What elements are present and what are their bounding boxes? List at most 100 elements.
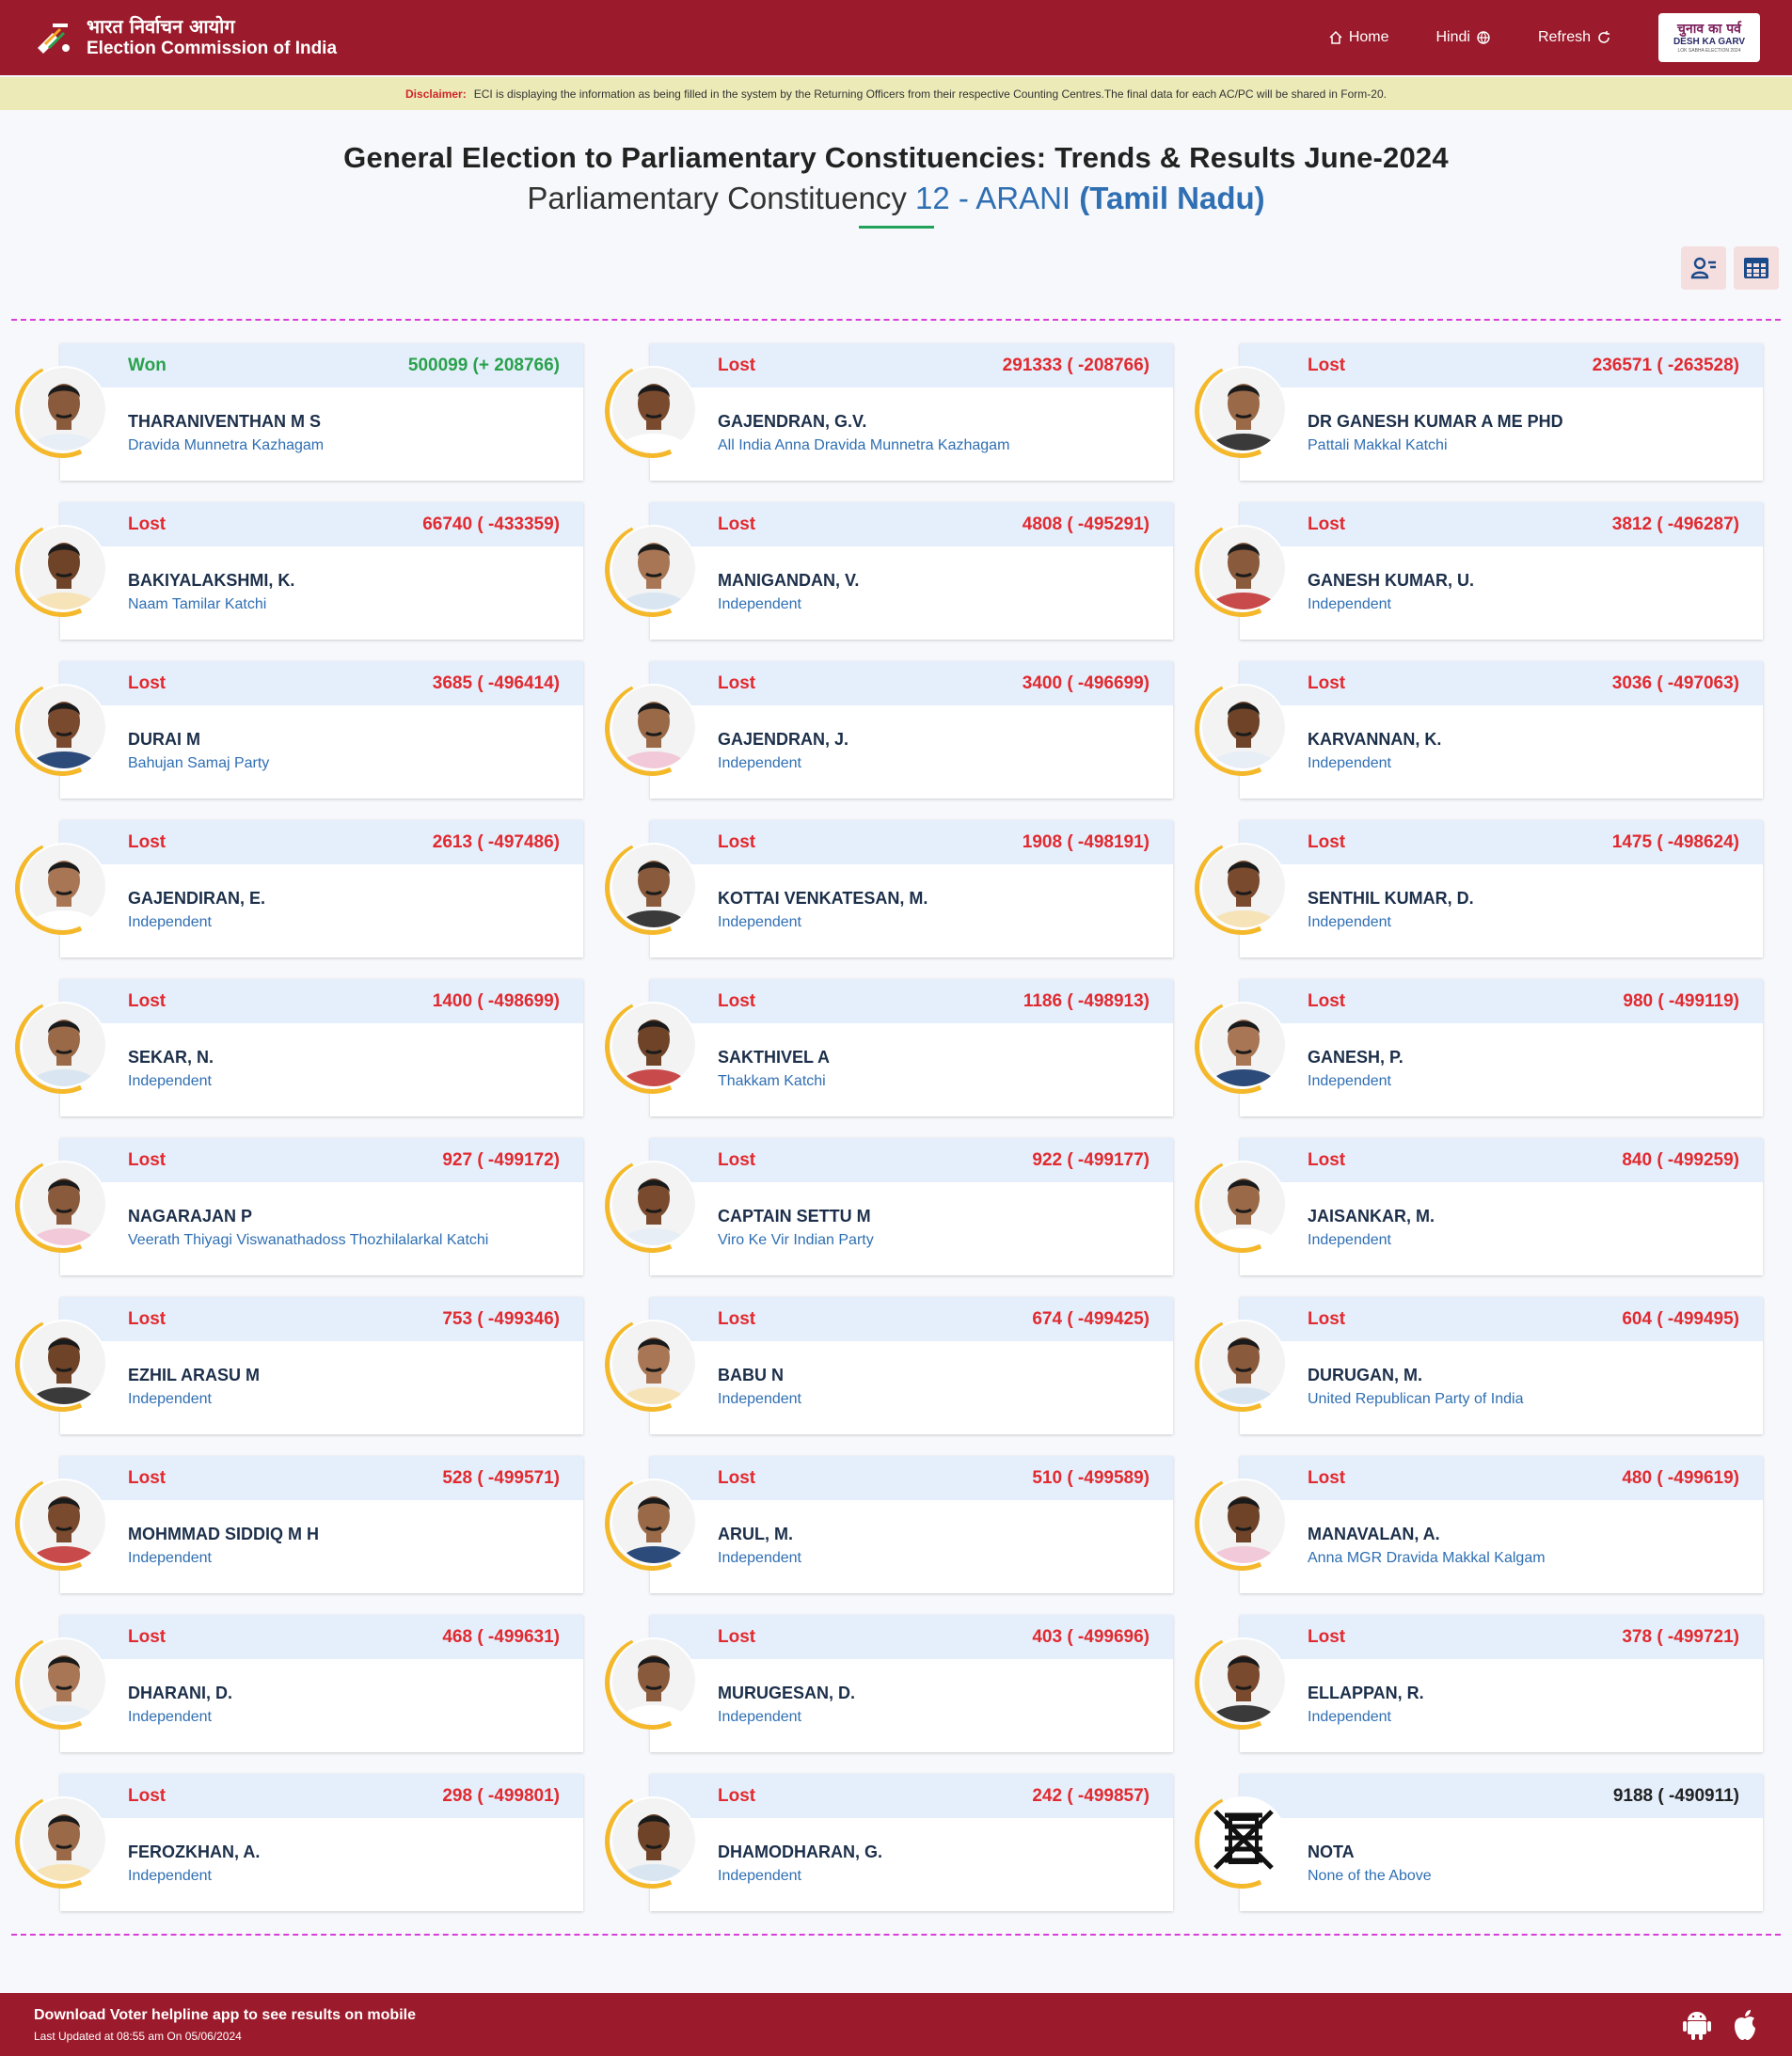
candidate-card[interactable]: Lost 528 ( -499571) MOHMMAD SIDDIQ M H Inde… [1,1456,591,1593]
candidate-card[interactable]: Lost 980 ( -499119) GANESH, P. Independent [1181,979,1770,1116]
candidate-card[interactable]: Lost 291333 ( -208766) GAJENDRAN, G.V. All … [591,343,1181,481]
candidate-card[interactable]: Lost 510 ( -499589) ARUL, M. Independent [591,1456,1181,1593]
vote-count: 2613 ( -497486) [432,831,560,852]
candidate-card[interactable]: Lost 674 ( -499425) BABU N Independent [591,1297,1181,1434]
vote-count: 9188 ( -490911) [1612,1785,1739,1806]
candidate-card[interactable]: Lost 242 ( -499857) DHAMODHARAN, G. Indepen… [591,1774,1181,1911]
candidate-card[interactable]: Lost 3036 ( -497063) KARVANNAN, K. Independ… [1181,661,1770,799]
candidate-card[interactable]: Lost 3400 ( -496699) GAJENDRAN, J. Independ… [591,661,1181,799]
result-status: Lost [718,1149,756,1170]
party-name: Independent [128,1073,212,1089]
result-status: Won [128,355,167,375]
candidate-card[interactable]: Lost 922 ( -499177) CAPTAIN SETTU M Viro Ke… [591,1138,1181,1275]
vote-count: 922 ( -499177) [1032,1149,1150,1170]
result-status: Lost [718,1785,756,1806]
candidate-card[interactable]: Lost 604 ( -499495) DURUGAN, M. United Repu… [1181,1297,1770,1434]
candidate-name: DHAMODHARAN, G. [718,1842,882,1861]
candidate-photo [23,1321,105,1404]
candidate-card-header: Lost 604 ( -499495) [1240,1297,1763,1341]
candidate-card-header: Lost 510 ( -499589) [650,1456,1173,1500]
candidate-card[interactable]: Lost 66740 ( -433359) BAKIYALAKSHMI, K. Naa… [1,502,591,640]
candidate-name: ELLAPPAN, R. [1308,1684,1424,1702]
candidate-photo [612,1798,695,1881]
candidate-card[interactable]: Lost 3812 ( -496287) GANESH KUMAR, U. Indep… [1181,502,1770,640]
candidate-name: KOTTAI VENKATESAN, M. [718,889,928,908]
eci-brand[interactable]: भारत निर्वाचन आयोग Election Commission o… [32,15,337,60]
candidate-name: GAJENDIRAN, E. [128,889,266,908]
android-icon[interactable] [1683,2009,1711,2041]
vote-count: 4808 ( -495291) [1022,514,1150,534]
candidate-card-header: Lost 378 ( -499721) [1240,1615,1763,1659]
nav-hindi[interactable]: Hindi [1436,29,1491,46]
apple-icon[interactable] [1732,2009,1758,2041]
candidate-card-header: Lost 980 ( -499119) [1240,979,1763,1023]
constituency-state: (Tamil Nadu) [1079,181,1265,215]
candidate-card-header: Lost 242 ( -499857) [650,1774,1173,1818]
candidate-card-header: Lost 480 ( -499619) [1240,1456,1763,1500]
candidate-photo [612,1162,695,1245]
candidate-card[interactable]: Lost 840 ( -499259) JAISANKAR, M. Independe… [1181,1138,1770,1275]
candidate-card[interactable]: Lost 236571 ( -263528) DR GANESH KUMAR A M… [1181,343,1770,481]
candidate-card[interactable]: Lost 4808 ( -495291) MANIGANDAN, V. Indepen… [591,502,1181,640]
card-view-button[interactable] [1681,246,1726,290]
result-status: Lost [128,1149,167,1170]
result-status: Lost [1308,672,1346,693]
candidate-card[interactable]: Lost 753 ( -499346) EZHIL ARASU M Independe… [1,1297,591,1434]
candidate-card[interactable]: Lost 927 ( -499172) NAGARAJAN P Veerath Thi… [1,1138,591,1275]
candidate-card-body: Lost 1908 ( -498191) KOTTAI VENKATESAN, M.… [650,820,1173,957]
candidate-card[interactable]: Lost 403 ( -499696) MURUGESAN, D. Independe… [591,1615,1181,1752]
candidate-card[interactable]: Lost 480 ( -499619) MANAVALAN, A. Anna MGR … [1181,1456,1770,1593]
candidate-card[interactable]: Lost 298 ( -499801) FEROZKHAN, A. Independe… [1,1774,591,1911]
election-badge-logo: चुनाव का पर्व DESH KA GARV LOK SABHA ELE… [1658,13,1760,62]
candidate-name: BABU N [718,1366,784,1384]
result-status: Lost [128,514,167,534]
candidate-card[interactable]: Lost 378 ( -499721) ELLAPPAN, R. Independen… [1181,1615,1770,1752]
candidate-photo [612,1480,695,1563]
vote-count: 510 ( -499589) [1032,1467,1150,1488]
party-name: Independent [1308,1709,1391,1725]
candidate-photo [23,845,105,927]
table-icon [1744,258,1768,278]
brand-english: Election Commission of India [87,39,338,58]
party-name: Independent [1308,755,1391,771]
candidate-card[interactable]: Lost 468 ( -499631) DHARANI, D. Independent [1,1615,591,1752]
candidate-photo [23,1004,105,1086]
candidate-card[interactable]: Lost 1186 ( -498913) SAKTHIVEL A Thakkam Ka… [591,979,1181,1116]
nav-refresh[interactable]: Refresh [1538,29,1611,46]
result-status: Lost [718,990,756,1011]
candidate-name: DURUGAN, M. [1308,1366,1422,1384]
candidate-name: DR GANESH KUMAR A ME PHD [1308,412,1563,431]
vote-count: 753 ( -499346) [442,1308,560,1329]
candidate-photo [612,1639,695,1722]
candidate-name: DURAI M [128,730,200,749]
candidate-card[interactable]: Lost 3685 ( -496414) DURAI M Bahujan Samaj … [1,661,591,799]
table-view-button[interactable] [1734,246,1779,290]
vote-count: 980 ( -499119) [1623,990,1739,1011]
candidate-card[interactable]: Lost 2613 ( -497486) GAJENDIRAN, E. Indepen… [1,820,591,957]
candidate-photo [1202,527,1285,609]
party-name: Independent [128,1391,212,1407]
result-status: Lost [718,1308,756,1329]
party-name: Anna MGR Dravida Makkal Kalgam [1308,1550,1546,1566]
vote-count: 840 ( -499259) [1622,1149,1739,1170]
candidate-card[interactable]: 9188 ( -490911) NOTA None of the Above [1181,1774,1770,1911]
candidate-card[interactable]: Lost 1908 ( -498191) KOTTAI VENKATESAN, M.… [591,820,1181,957]
title-underline [858,226,934,229]
footer: Download Voter helpline app to see resul… [0,1993,1792,2056]
vote-count: 674 ( -499425) [1032,1308,1150,1329]
candidate-card[interactable]: Won 500099 (+ 208766) THARANIVENTHAN M S Dr… [1,343,591,481]
party-name: Thakkam Katchi [718,1073,826,1089]
candidate-card-body: Lost 3685 ( -496414) DURAI M Bahujan Samaj … [60,661,583,799]
candidate-photo [1202,1480,1285,1563]
constituency-prefix: Parliamentary Constituency [527,181,916,215]
result-status: Lost [128,1785,167,1806]
candidate-card[interactable]: Lost 1400 ( -498699) SEKAR, N. Independent [1,979,591,1116]
party-name: United Republican Party of India [1308,1391,1524,1407]
party-name: Independent [1308,1232,1391,1248]
party-name: Viro Ke Vir Indian Party [718,1232,874,1248]
nav-home[interactable]: Home [1328,29,1389,46]
divider-bottom [11,1934,1781,1936]
candidate-card[interactable]: Lost 1475 ( -498624) SENTHIL KUMAR, D. Inde… [1181,820,1770,957]
vote-count: 3400 ( -496699) [1022,672,1150,693]
candidate-photo [1202,368,1285,451]
